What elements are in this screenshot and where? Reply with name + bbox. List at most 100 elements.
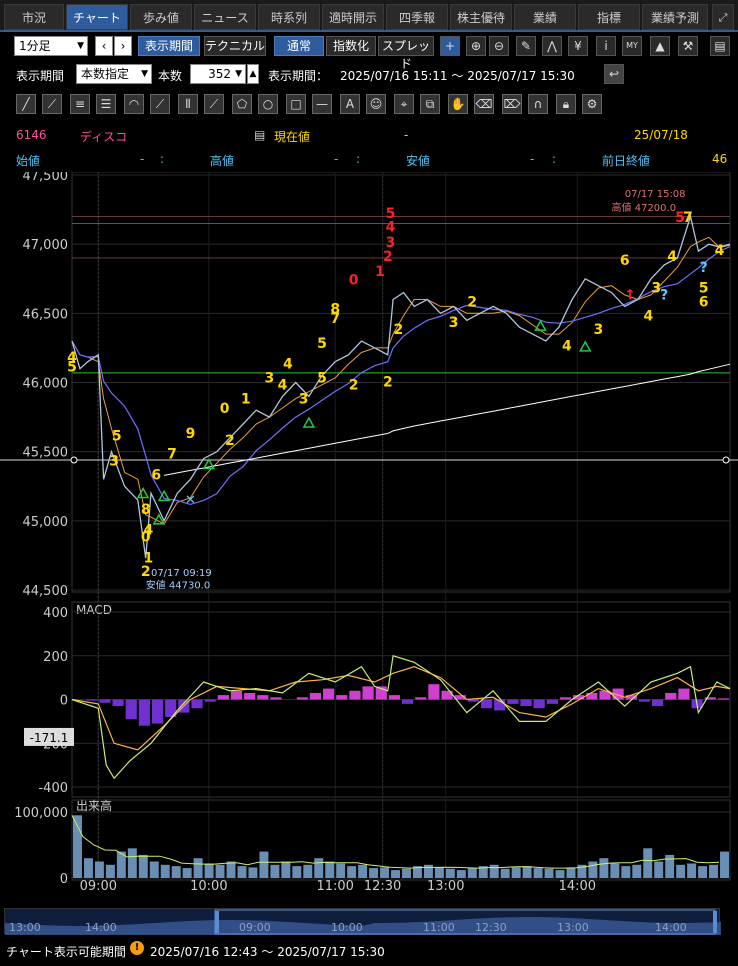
volume-bar (599, 858, 609, 878)
zoom-in-icon[interactable]: ⊕ (466, 36, 486, 56)
hline-icon[interactable]: — (312, 94, 332, 114)
magnet-icon[interactable]: ∩ (528, 94, 548, 114)
cursor-icon[interactable]: ⌖ (394, 94, 414, 114)
tab-market[interactable]: 市況 (4, 4, 64, 30)
tab-results[interactable]: 業績 (514, 4, 576, 30)
text-icon[interactable]: A (340, 94, 360, 114)
rectangle-icon[interactable]: □ (286, 94, 306, 114)
pencil-icon[interactable]: ✎ (516, 36, 536, 56)
price-tick-label: 44,500 (23, 584, 69, 599)
volume-bar (654, 861, 664, 878)
volume-bar (105, 864, 115, 878)
macd-histogram-bar (151, 699, 164, 724)
vlines-icon[interactable]: ⦀ (178, 94, 198, 114)
expand-icon[interactable]: ⤢ (712, 4, 734, 30)
macd-histogram-bar (296, 697, 308, 700)
macd-histogram-bar (520, 699, 532, 707)
volume-bar (314, 858, 324, 878)
next-button[interactable]: › (114, 36, 132, 56)
navigator-tick-label: 12:30 (475, 921, 507, 934)
navigator-tick-label: 09:00 (239, 921, 271, 934)
macd-histogram-bar (125, 699, 137, 720)
signal-number: 4 (715, 243, 725, 259)
volume-bar (171, 866, 181, 878)
tab-disclosure[interactable]: 適時開示 (322, 4, 384, 30)
volume-bar (237, 866, 247, 878)
tab-chart[interactable]: チャート (66, 4, 128, 30)
wrench-icon[interactable]: ⚒ (678, 36, 698, 56)
hlines-icon[interactable]: ≡ (70, 94, 90, 114)
area-chart-icon[interactable]: ▲ (650, 36, 670, 56)
fan-icon[interactable]: ⟋ (150, 94, 170, 114)
print-icon[interactable]: ▤ (710, 36, 730, 56)
toolbar: 1分足 ▼ ‹ › 表示期間 テクニカル 通常 指数化 スプレッド + ⊕ ⊖ ✎… (0, 34, 738, 71)
hand-icon[interactable]: ✋ (448, 94, 468, 114)
volume-tick-label: 0 (60, 872, 68, 887)
macd-tick-label: 0 (60, 694, 68, 709)
tab-benefits[interactable]: 株主優待 (450, 4, 512, 30)
settings-icon[interactable]: ⚙ (582, 94, 602, 114)
navigator-tick-label: 11:00 (423, 921, 455, 934)
circle-icon[interactable]: ○ (258, 94, 278, 114)
ruler-icon[interactable]: ⟋ (42, 94, 62, 114)
time-navigator[interactable]: 13:00 14:00 09:00 10:00 11:00 12:30 13:00 14:00 (4, 908, 721, 935)
emoji-icon[interactable]: ☺ (366, 94, 386, 114)
macd-histogram-bar (270, 697, 282, 700)
high-time: : (356, 152, 361, 166)
undo-icon[interactable]: ↩ (604, 64, 624, 84)
volume-bar (149, 861, 159, 878)
eraser-all-icon[interactable]: ⌦ (502, 94, 522, 114)
tab-forecast[interactable]: 業績予測 (642, 4, 708, 30)
price-tick-label: 45,000 (23, 515, 69, 530)
macd-histogram-bar (86, 699, 98, 701)
spread-button[interactable]: スプレッド (378, 36, 434, 71)
line-tool-icon[interactable]: ╱ (16, 94, 36, 114)
navigator-tick-label: 14:00 (655, 921, 687, 934)
macd-histogram-bar (230, 690, 243, 700)
fib-arc-icon[interactable]: ◠ (124, 94, 144, 114)
macd-cursor-value: -171.1 (30, 731, 69, 745)
normal-button[interactable]: 通常 (274, 36, 324, 56)
interval-select[interactable]: 1分足 ▼ (14, 36, 88, 56)
high-label: 高値 (210, 154, 235, 168)
signal-number: 4 (278, 377, 288, 393)
period-mode-select[interactable]: 本数指定 ▼ (76, 64, 152, 84)
prev-button[interactable]: ‹ (95, 36, 113, 56)
tab-shikiho[interactable]: 四季報 (386, 4, 448, 30)
technical-button[interactable]: テクニカル (204, 36, 266, 56)
count-input[interactable]: 352 ▼ (190, 64, 246, 84)
macd-tick-label: 200 (43, 650, 68, 665)
macd-histogram-bar (204, 699, 216, 702)
price-tick-label: 45,500 (23, 446, 69, 461)
stock-date: 25/07/18 (634, 128, 688, 142)
volume-bar (544, 868, 554, 878)
period-button[interactable]: 表示期間 (138, 36, 200, 56)
gann-icon[interactable]: ⟋ (204, 94, 224, 114)
crosshair-icon[interactable]: + (440, 36, 460, 56)
current-label: 現在値 (274, 130, 311, 144)
index-button[interactable]: 指数化 (326, 36, 376, 56)
lock-icon[interactable]: 🔒︎ (556, 94, 576, 114)
price-chart[interactable]: 47,500 47,000 46,500 46,000 45,500 45,000 44,5… (0, 172, 738, 906)
info-icon[interactable]: i (596, 36, 616, 56)
tab-indicators[interactable]: 指標 (578, 4, 640, 30)
navigator-tick-label: 14:00 (85, 921, 117, 934)
tab-tick[interactable]: 歩み値 (130, 4, 192, 30)
my-icon[interactable]: MY (622, 36, 642, 56)
tab-timeseries[interactable]: 時系列 (258, 4, 320, 30)
copy-icon[interactable]: ⧉ (420, 94, 440, 114)
signal-number: 3 (594, 322, 604, 338)
volume-bar (456, 870, 466, 878)
macd-histogram-bar (546, 699, 558, 704)
navigator-tick-label: 13:00 (9, 921, 41, 934)
macd-histogram-bar (362, 686, 374, 700)
zoom-out-icon[interactable]: ⊖ (489, 36, 509, 56)
count-up-button[interactable]: ▲ (247, 64, 259, 84)
pentagon-icon[interactable]: ⬠ (232, 94, 252, 114)
fib-icon[interactable]: ☰ (96, 94, 116, 114)
eraser-icon[interactable]: ⌫ (474, 94, 494, 114)
tab-news[interactable]: ニュース (194, 4, 256, 30)
yen-icon[interactable]: ¥ (568, 36, 588, 56)
volume-bar (358, 864, 368, 878)
trend-icon[interactable]: ⋀ (542, 36, 562, 56)
